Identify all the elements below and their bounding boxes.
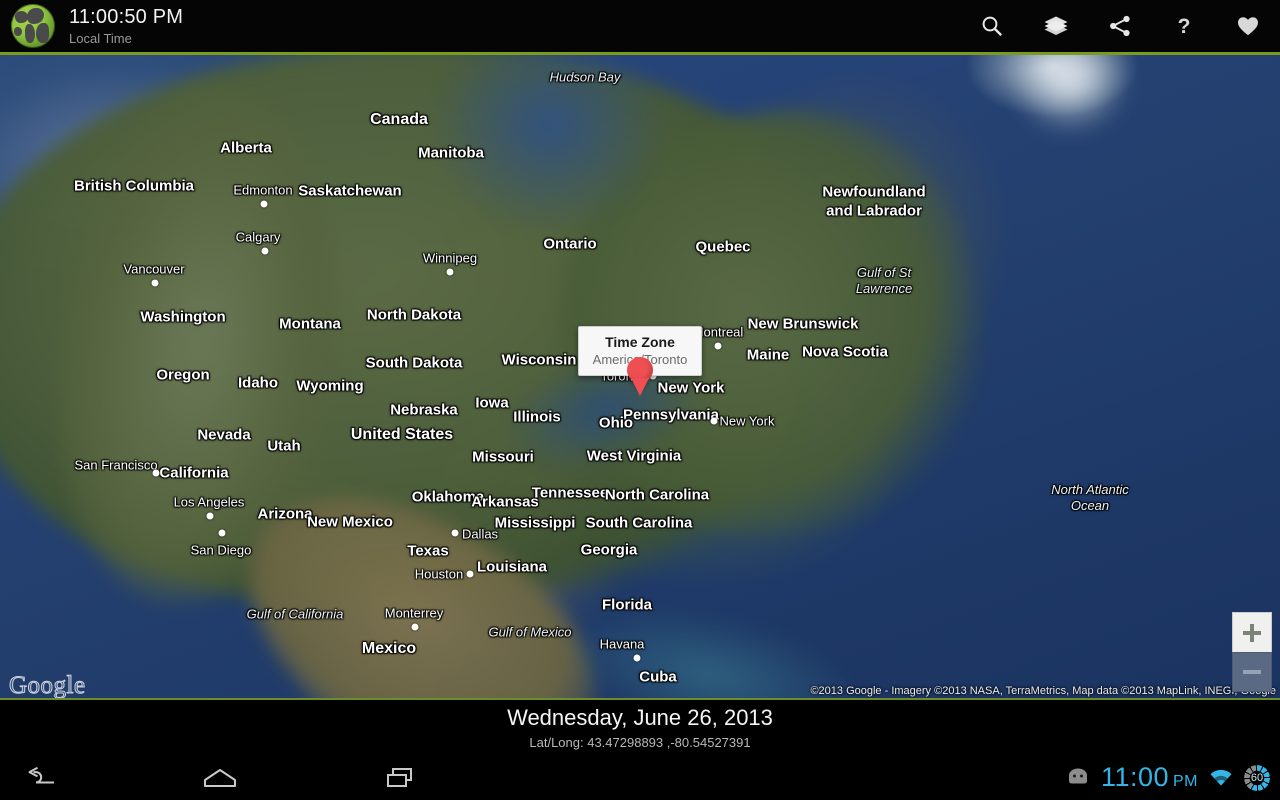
globe-icon[interactable] bbox=[11, 4, 55, 48]
info-window-title: Time Zone bbox=[605, 334, 675, 350]
latlong-text: Lat/Long: 43.47298893 ,-80.54527391 bbox=[529, 735, 751, 750]
back-button[interactable] bbox=[0, 755, 80, 800]
location-marker[interactable] bbox=[627, 357, 653, 396]
svg-text:?: ? bbox=[1178, 15, 1191, 38]
map-city-dot bbox=[218, 529, 226, 537]
map-city-dot bbox=[710, 417, 718, 425]
zoom-controls bbox=[1232, 612, 1272, 692]
local-time-value: 11:00:50 PM bbox=[69, 6, 184, 28]
help-icon[interactable]: ? bbox=[1152, 0, 1216, 52]
battery-level-text: 60 bbox=[1250, 771, 1264, 784]
home-button[interactable] bbox=[180, 755, 260, 800]
map-city-dot bbox=[152, 469, 160, 477]
system-clock[interactable]: 11:00 PM bbox=[1101, 762, 1198, 793]
recents-button[interactable] bbox=[360, 755, 440, 800]
zoom-in-button[interactable] bbox=[1232, 612, 1272, 652]
plus-icon bbox=[1243, 623, 1261, 642]
minus-icon bbox=[1243, 663, 1261, 681]
map-city-dot bbox=[151, 279, 159, 287]
map-city-dot bbox=[260, 200, 268, 208]
marker-tip bbox=[631, 378, 649, 396]
globe-landmass bbox=[36, 23, 49, 43]
system-clock-time: 11:00 bbox=[1100, 762, 1169, 792]
local-time-label: Local Time bbox=[69, 31, 132, 46]
map-city-dot bbox=[466, 570, 474, 578]
globe-landmass bbox=[27, 8, 44, 24]
android-robot-icon[interactable] bbox=[1065, 768, 1091, 788]
map-city-dot bbox=[411, 623, 419, 631]
wifi-icon[interactable] bbox=[1208, 768, 1234, 788]
map-city-dot bbox=[714, 342, 722, 350]
map-city-dot bbox=[261, 247, 269, 255]
action-bar: 11:00:50 PM Local Time ? bbox=[0, 0, 1280, 52]
map-city-dot bbox=[446, 268, 454, 276]
layers-icon[interactable] bbox=[1024, 0, 1088, 52]
map-view[interactable]: Hudson Bay Canada Alberta Manitoba British C… bbox=[0, 55, 1280, 700]
info-bar: Wednesday, June 26, 2013 Lat/Long: 43.47… bbox=[0, 700, 1280, 755]
map-attribution: ©2013 Google - Imagery ©2013 NASA, Terra… bbox=[810, 685, 1276, 697]
share-icon[interactable] bbox=[1088, 0, 1152, 52]
battery-indicator[interactable]: 60 bbox=[1244, 764, 1270, 791]
app-screen: 11:00:50 PM Local Time ? Hudson Bay Cana… bbox=[0, 0, 1280, 800]
google-watermark: Google bbox=[9, 672, 86, 700]
globe-landmass bbox=[25, 24, 35, 43]
search-icon[interactable] bbox=[960, 0, 1024, 52]
favorite-icon[interactable] bbox=[1216, 0, 1280, 52]
action-bar-titles: 11:00:50 PM Local Time bbox=[69, 7, 183, 45]
map-city-dot bbox=[451, 529, 459, 537]
system-navigation-bar: 11:00 PM 60 bbox=[0, 755, 1280, 800]
date-text: Wednesday, June 26, 2013 bbox=[507, 705, 773, 730]
system-status-area: 11:00 PM 60 bbox=[1065, 755, 1280, 800]
zoom-out-button[interactable] bbox=[1232, 652, 1272, 692]
map-city-dot bbox=[633, 654, 641, 662]
system-clock-ampm: PM bbox=[1173, 773, 1198, 790]
action-bar-actions: ? bbox=[960, 0, 1280, 52]
map-city-dot bbox=[206, 512, 214, 520]
globe-landmass bbox=[14, 27, 22, 36]
